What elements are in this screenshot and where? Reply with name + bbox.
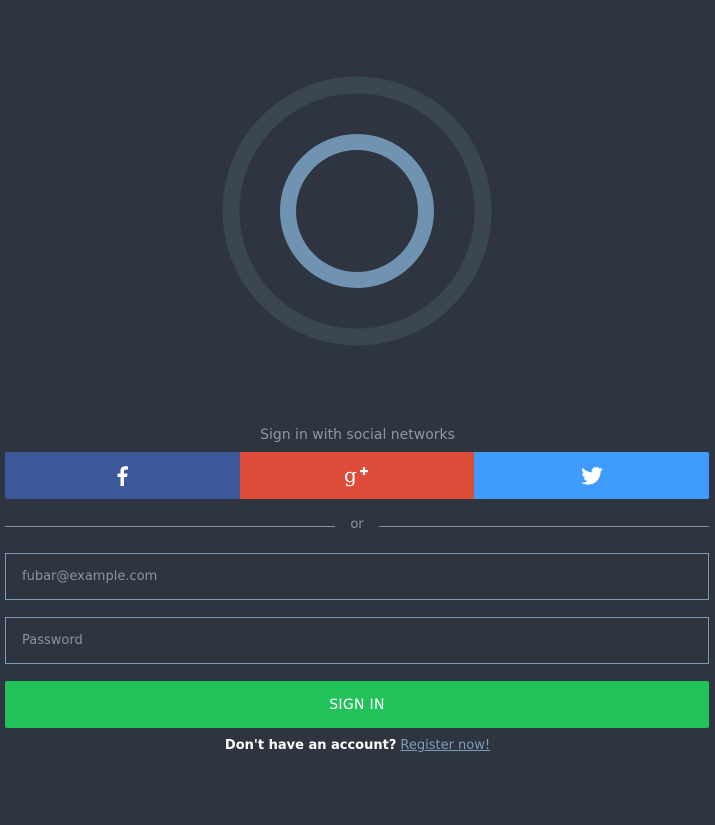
google-plus-icon: g — [344, 465, 368, 487]
logo-outer-ring — [222, 76, 492, 346]
facebook-button[interactable] — [5, 452, 240, 499]
or-divider: or — [5, 516, 709, 536]
sign-in-button[interactable]: SIGN IN — [5, 681, 709, 728]
svg-text:g: g — [344, 465, 357, 487]
social-buttons: g — [5, 452, 710, 499]
facebook-icon — [117, 465, 129, 486]
google-plus-button[interactable]: g — [239, 452, 475, 499]
logo-graphic — [222, 76, 492, 346]
login-page: Sign in with social networks g or SIGN I… — [0, 0, 715, 825]
twitter-button[interactable] — [474, 452, 710, 499]
register-prompt: Don't have an account? Register now! — [0, 738, 715, 753]
twitter-icon — [580, 466, 603, 485]
divider-label: or — [350, 517, 364, 532]
logo-rings — [222, 76, 492, 346]
password-field[interactable] — [5, 617, 709, 664]
divider-line-left — [5, 526, 335, 527]
register-link[interactable]: Register now! — [400, 738, 490, 753]
social-signin-caption: Sign in with social networks — [260, 427, 455, 443]
register-prompt-text: Don't have an account? — [224, 738, 397, 753]
divider-line-right — [379, 526, 709, 527]
logo-inner-ring — [280, 134, 434, 288]
email-field[interactable] — [5, 553, 709, 600]
